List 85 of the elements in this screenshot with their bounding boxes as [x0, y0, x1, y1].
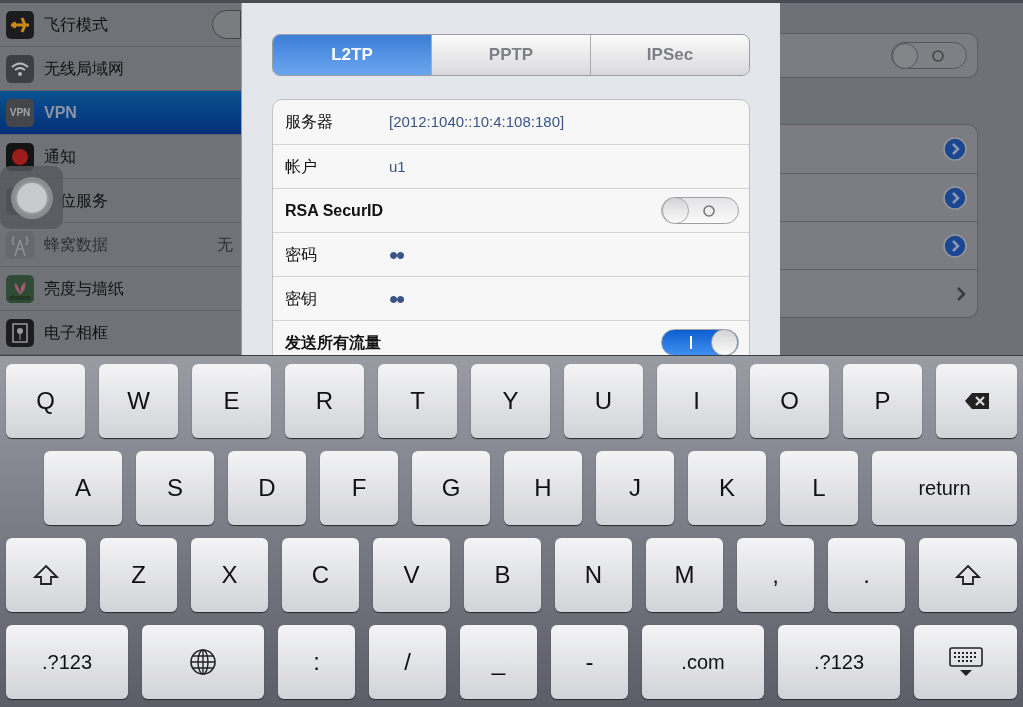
key[interactable]: . — [828, 538, 905, 612]
settings-label: 通知 — [44, 146, 76, 167]
key[interactable]: F — [320, 451, 398, 525]
settings-label: 无线局域网 — [44, 58, 124, 79]
backspace-key[interactable] — [936, 364, 1017, 438]
key[interactable]: A — [44, 451, 122, 525]
key[interactable]: B — [464, 538, 541, 612]
settings-row[interactable]: VPN VPN — [0, 91, 241, 135]
key[interactable]: M — [646, 538, 723, 612]
shift-key[interactable] — [919, 538, 1017, 612]
settings-label: VPN — [44, 102, 77, 123]
wide-key[interactable]: .?123 — [6, 625, 128, 699]
flower-icon — [6, 274, 34, 303]
key[interactable]: - — [551, 625, 628, 699]
airplane-icon — [6, 10, 34, 39]
key[interactable]: : — [278, 625, 355, 699]
key[interactable]: / — [369, 625, 446, 699]
globe-icon — [189, 648, 217, 676]
field-label: 发送所有流量 — [285, 332, 382, 353]
key[interactable]: H — [504, 451, 582, 525]
field-value[interactable]: [2012:1040::10:4:108:180] — [389, 100, 565, 144]
key[interactable]: W — [99, 364, 178, 438]
keyboard-icon — [948, 647, 983, 677]
settings-row[interactable]: 飞行模式 — [0, 3, 241, 47]
key[interactable]: D — [228, 451, 306, 525]
key[interactable]: E — [192, 364, 271, 438]
wide-key[interactable]: .com — [642, 625, 764, 699]
key[interactable]: T — [378, 364, 457, 438]
off-mark-icon — [932, 49, 944, 62]
wide-key[interactable]: .?123 — [778, 625, 900, 699]
key[interactable]: N — [555, 538, 632, 612]
field-value[interactable]: u1 — [389, 144, 406, 189]
password-field[interactable]: •• — [389, 283, 404, 314]
key[interactable]: _ — [460, 625, 537, 699]
key[interactable]: L — [780, 451, 858, 525]
key[interactable]: X — [191, 538, 268, 612]
key[interactable]: I — [657, 364, 736, 438]
disclosure-button-icon — [943, 137, 967, 161]
wifi-icon — [6, 54, 34, 83]
shift-key[interactable] — [6, 538, 86, 612]
settings-value: 无 — [217, 234, 233, 255]
return-key[interactable]: return — [872, 451, 1017, 525]
password-field[interactable]: •• — [389, 239, 404, 270]
backspace-icon — [963, 392, 990, 410]
shift-icon — [33, 564, 59, 586]
key[interactable]: , — [737, 538, 814, 612]
antenna-icon — [6, 230, 34, 259]
settings-label: 蜂窝数据 — [44, 234, 108, 255]
key[interactable]: P — [843, 364, 922, 438]
toggle-switch[interactable] — [661, 329, 739, 355]
key[interactable]: S — [136, 451, 214, 525]
settings-label: 亮度与墙纸 — [44, 278, 124, 299]
key[interactable]: G — [412, 451, 490, 525]
chevron-icon — [955, 285, 967, 302]
circle-icon — [9, 175, 54, 220]
key[interactable]: Q — [6, 364, 85, 438]
field-label: RSA SecurID — [285, 200, 385, 221]
hide-key[interactable] — [914, 625, 1017, 699]
toggle-switch[interactable] — [891, 42, 967, 69]
key[interactable]: J — [596, 451, 674, 525]
settings-row[interactable]: 亮度与墙纸 — [0, 267, 241, 311]
field-label: 密钥 — [285, 288, 318, 309]
picture-frame-icon — [6, 318, 34, 347]
key[interactable]: R — [285, 364, 364, 438]
field-label: 帐户 — [285, 156, 318, 177]
off-mark-icon — [703, 204, 715, 217]
settings-label: 电子相框 — [44, 322, 108, 343]
settings-label: 飞行模式 — [44, 14, 108, 35]
settings-label: 位服务 — [60, 190, 108, 211]
key[interactable]: K — [688, 451, 766, 525]
disclosure-button-icon — [943, 233, 967, 258]
key[interactable]: Z — [100, 538, 177, 612]
vpn-icon: VPN — [6, 98, 34, 127]
key[interactable]: U — [564, 364, 643, 438]
key[interactable]: V — [373, 538, 450, 612]
toggle-switch[interactable] — [661, 197, 739, 224]
globe-key[interactable] — [142, 625, 264, 699]
key[interactable]: O — [750, 364, 829, 438]
field-label: 服务器 — [285, 112, 334, 132]
key[interactable]: Y — [471, 364, 550, 438]
shift-icon — [955, 564, 981, 586]
field-label: 密码 — [285, 244, 318, 265]
disclosure-button-icon — [943, 185, 967, 210]
key[interactable]: C — [282, 538, 359, 612]
toggle-knob[interactable] — [212, 10, 241, 39]
